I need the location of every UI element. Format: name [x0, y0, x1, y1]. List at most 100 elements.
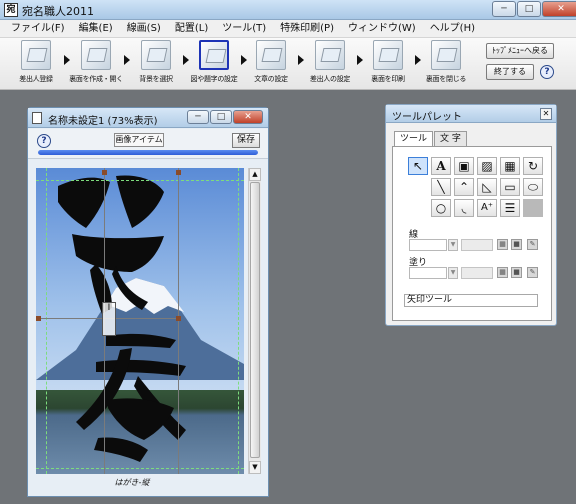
step-sender-register[interactable]: 差出人登録	[8, 40, 64, 88]
step-text-settings[interactable]: 文章の設定	[243, 40, 299, 88]
palette-close-icon[interactable]: ✕	[540, 108, 552, 120]
menu-draw[interactable]: 線画(S)	[120, 20, 168, 37]
tab-text[interactable]: 文 字	[434, 131, 467, 146]
add-text-tool-icon[interactable]: A⁺	[477, 199, 497, 217]
menu-file[interactable]: ファイル(F)	[4, 20, 72, 37]
rotate-tool-icon[interactable]: ↻	[523, 157, 543, 175]
menu-special-print[interactable]: 特殊印刷(P)	[273, 20, 341, 37]
chevron-down-icon[interactable]: ▼	[448, 239, 458, 251]
oval-tool-icon[interactable]: ⬭	[523, 178, 543, 196]
step-create-back[interactable]: 裏面を作成・開く	[68, 40, 124, 88]
text-doc-icon	[256, 40, 286, 70]
help-icon[interactable]: ?	[540, 65, 554, 79]
guide-line	[46, 168, 47, 474]
menu-layout[interactable]: 配置(L)	[168, 20, 215, 37]
eyedropper-icon[interactable]: ✎	[527, 239, 538, 250]
text-cursor-icon: I	[102, 302, 116, 336]
menu-bar: ファイル(F) 編集(E) 線画(S) 配置(L) ツール(T) 特殊印刷(P)…	[0, 20, 576, 38]
postcard-open-icon	[81, 40, 111, 70]
color-swatch-icon[interactable]: ■	[511, 267, 522, 278]
polygon-tool-icon[interactable]: ◺	[477, 178, 497, 196]
doc-maximize-button[interactable]: □	[210, 110, 232, 124]
window-controls: ─ □ ✕	[491, 1, 576, 17]
vertical-scrollbar[interactable]: ▲ ▼	[248, 168, 261, 474]
arrow-tool-icon[interactable]: ↖	[408, 157, 428, 175]
grid-icon[interactable]: ▦	[497, 239, 508, 250]
guide-line	[238, 168, 239, 474]
progress-fill	[38, 150, 258, 155]
close-button[interactable]: ✕	[542, 1, 576, 17]
polyline-tool-icon[interactable]: ⌃	[454, 178, 474, 196]
greeting-calligraphy	[58, 175, 186, 462]
doc-help-icon[interactable]: ?	[37, 134, 51, 148]
app-icon: 宛	[4, 3, 18, 17]
image-item-button[interactable]: 画像アイテム	[114, 133, 164, 147]
eyedropper-icon[interactable]: ✎	[527, 267, 538, 278]
step-label: 裏面を閉じる	[425, 75, 467, 83]
printer-icon	[373, 40, 403, 70]
resize-handle[interactable]	[176, 316, 181, 321]
fill-style-select[interactable]	[409, 267, 447, 279]
maximize-button[interactable]: □	[517, 1, 541, 17]
resize-handle[interactable]	[36, 316, 41, 321]
step-close-back[interactable]: 裏面を閉じる	[418, 40, 474, 88]
save-button[interactable]: 保存	[232, 133, 260, 148]
line-style-select[interactable]	[409, 239, 447, 251]
step-label: 差出人登録	[19, 75, 53, 83]
image-tool-icon[interactable]: ▣	[454, 157, 474, 175]
guide-line	[36, 180, 244, 181]
menu-tools[interactable]: ツール(T)	[215, 20, 273, 37]
exit-button[interactable]: 終了する	[486, 64, 534, 80]
resize-handle[interactable]	[176, 170, 181, 175]
document-window-controls: ─ □ ✕	[186, 110, 263, 124]
menu-edit[interactable]: 編集(E)	[72, 20, 120, 37]
scroll-down-icon[interactable]: ▼	[249, 461, 261, 474]
progress-bar	[38, 150, 258, 155]
sender-icon	[315, 40, 345, 70]
step-label: 背景を選択	[139, 75, 173, 83]
tab-tools[interactable]: ツール	[394, 131, 434, 146]
document-icon	[32, 112, 42, 124]
list-tool-icon[interactable]: ☰	[500, 199, 520, 217]
address-card-icon	[21, 40, 51, 70]
pattern-tool-icon[interactable]: ▨	[477, 157, 497, 175]
fill-color-field[interactable]	[461, 267, 493, 279]
top-menu-button[interactable]: ﾄｯﾌﾟﾒﾆｭｰへ戻る	[486, 43, 554, 59]
rectangle-tool-icon[interactable]: ▭	[500, 178, 520, 196]
document-titlebar: 名称未設定1 (73%表示) ─ □ ✕	[28, 108, 268, 128]
scroll-up-icon[interactable]: ▲	[249, 168, 261, 181]
resize-handle[interactable]	[102, 170, 107, 175]
step-print-back[interactable]: 裏面を印刷	[360, 40, 416, 88]
step-label: 図や題字の設定	[190, 75, 238, 83]
step-label: 裏面を作成・開く	[69, 75, 123, 83]
postcard-canvas[interactable]: I	[36, 168, 244, 474]
close-doc-icon	[431, 40, 461, 70]
step-label: 裏面を印刷	[371, 75, 405, 83]
palette-tabs: ツール 文 字	[394, 131, 468, 146]
circle-tool-icon[interactable]: ○	[431, 199, 451, 217]
paper-size-label: はがき-縦	[114, 478, 150, 487]
menu-window[interactable]: ウィンドウ(W)	[341, 20, 423, 37]
chevron-down-icon[interactable]: ▼	[448, 267, 458, 279]
arc-tool-icon[interactable]: ◟	[454, 199, 474, 217]
figure-title-icon	[199, 40, 229, 70]
qr-tool-icon[interactable]: ▦	[500, 157, 520, 175]
doc-minimize-button[interactable]: ─	[187, 110, 209, 124]
scroll-thumb[interactable]	[250, 182, 260, 458]
line-tool-icon[interactable]: ╲	[431, 178, 451, 196]
grid-icon[interactable]: ▦	[497, 267, 508, 278]
color-swatch-icon[interactable]: ■	[511, 239, 522, 250]
step-sender-settings[interactable]: 差出人の設定	[302, 40, 358, 88]
minimize-button[interactable]: ─	[492, 1, 516, 17]
text-tool-icon[interactable]: A	[431, 157, 451, 175]
menu-help[interactable]: ヘルプ(H)	[423, 20, 482, 37]
step-select-background[interactable]: 背景を選択	[128, 40, 184, 88]
step-figure-title[interactable]: 図や題字の設定	[186, 40, 242, 88]
palette-title: ツールパレット	[392, 112, 462, 123]
document-toolbar: ? 画像アイテム 保存	[28, 129, 268, 159]
document-title: 名称未設定1 (73%表示)	[48, 116, 158, 127]
doc-close-button[interactable]: ✕	[233, 110, 263, 124]
line-color-field[interactable]	[461, 239, 493, 251]
document-window: 名称未設定1 (73%表示) ─ □ ✕ ? 画像アイテム 保存 I ▲ ▼ は…	[27, 107, 269, 497]
app-title: 宛名職人2011	[22, 5, 94, 18]
